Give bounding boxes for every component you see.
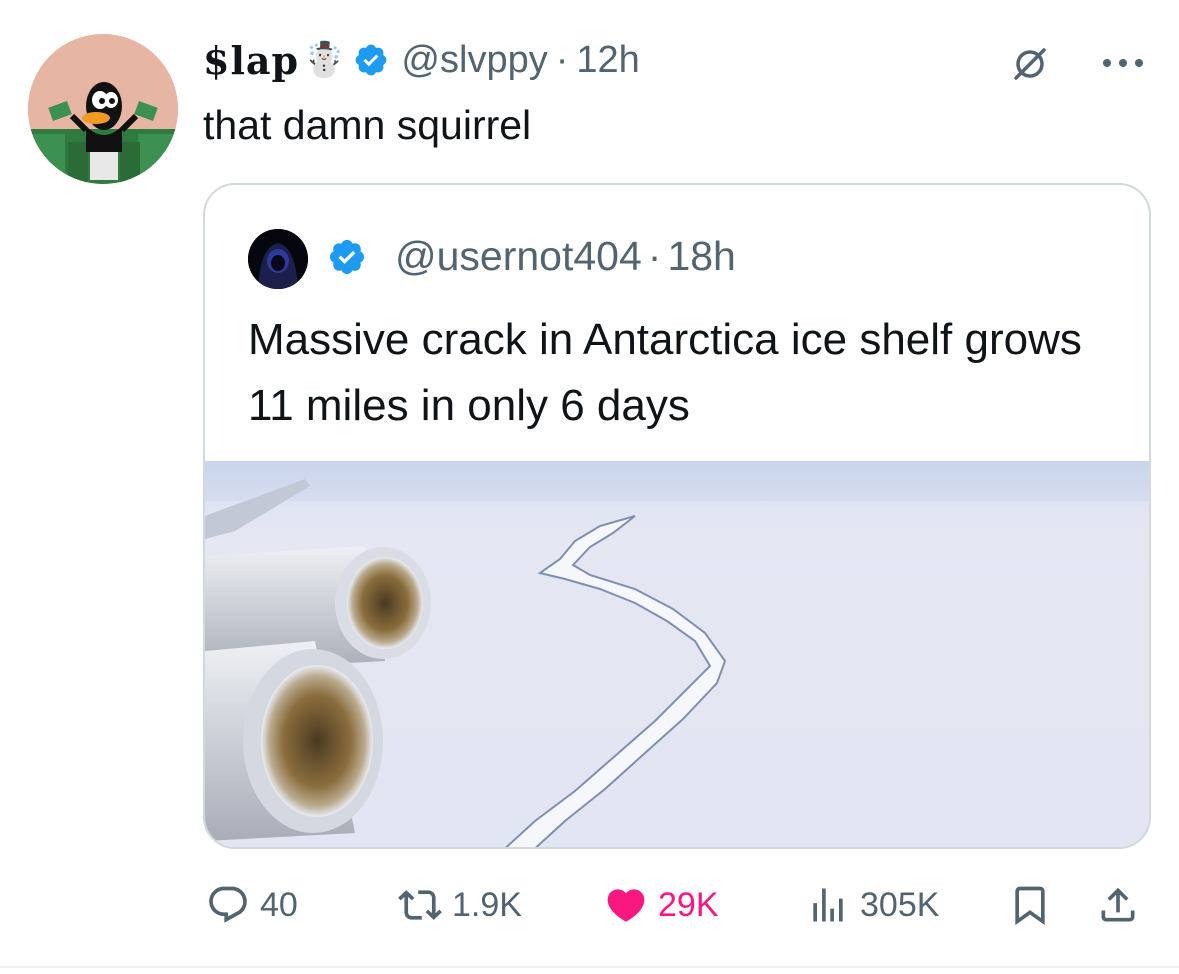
hooded-figure-avatar-image [248,229,308,289]
reply-icon [209,886,247,923]
heart-filled-icon [607,889,645,922]
bookmark-button[interactable] [1008,870,1052,940]
repost-icon [398,890,442,920]
quoted-verified-badge-icon[interactable] [327,237,367,277]
quoted-author-avatar[interactable] [248,229,308,289]
author-avatar[interactable] [28,34,178,184]
grok-icon[interactable] [1010,44,1050,84]
share-button[interactable] [1096,870,1140,940]
separator-dot: · [555,38,569,81]
quoted-media-image[interactable] [205,461,1149,847]
quoted-meta: @usernot404 · 18h [395,233,736,280]
like-button[interactable]: 29K [604,870,719,940]
share-icon [1101,887,1135,922]
author-display-name[interactable]: $lap [203,38,299,83]
verified-badge-icon[interactable] [353,42,389,78]
tweet-actions-bar: 40 1.9K 29K 305K [0,870,1179,940]
reply-button[interactable]: 40 [206,870,298,940]
bookmark-icon [1015,886,1045,926]
ice-crack-photo [205,461,1149,847]
daffy-duck-avatar-image [28,34,178,184]
snowman-emoji: ☃️ [303,41,346,79]
quoted-tweet-text: Massive crack in Antarctica ice shelf gr… [248,315,1082,430]
quoted-author-handle[interactable]: @usernot404 [395,233,642,279]
more-options-icon[interactable] [1098,48,1148,78]
reply-count: 40 [260,885,298,924]
bottom-divider [0,966,1179,968]
views-count: 305K [860,885,940,924]
quoted-timestamp[interactable]: 18h [667,233,735,279]
repost-button[interactable]: 1.9K [398,870,522,940]
tweet-text: that damn squirrel [203,102,532,148]
views-chart-icon [813,888,843,922]
tweet-timestamp[interactable]: 12h [576,39,639,82]
views-button[interactable]: 305K [806,870,939,940]
like-count: 29K [658,885,719,924]
author-handle[interactable]: @slvppy [401,39,547,82]
quoted-separator-dot: · [647,233,662,279]
quoted-tweet-card[interactable]: @usernot404 · 18h Massive crack in Antarct… [203,183,1151,849]
tweet-header: $lap ☃️ @slvppy · 12h [203,30,640,90]
repost-count: 1.9K [452,885,522,924]
